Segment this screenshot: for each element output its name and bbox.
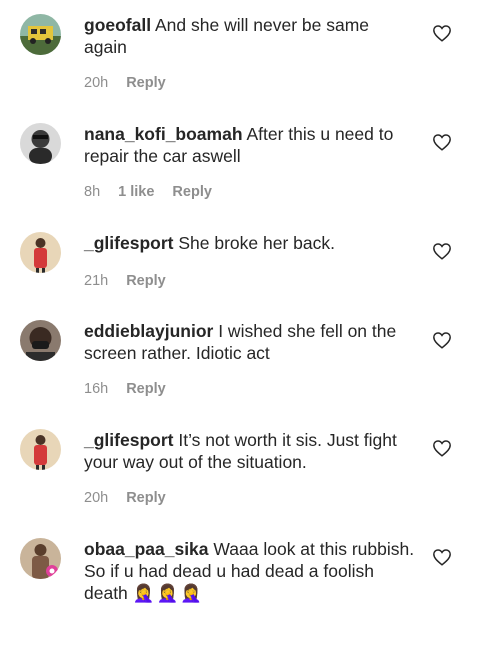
heart-outline-icon[interactable] <box>432 439 452 457</box>
heart-outline-icon[interactable] <box>432 24 452 42</box>
comment-username[interactable]: _glifesport <box>84 233 173 253</box>
avatar[interactable] <box>20 538 61 579</box>
comment-meta: 20h Reply <box>84 75 166 91</box>
comment-text: She broke her back. <box>178 233 335 253</box>
comment-time: 21h <box>84 273 109 289</box>
reply-button[interactable]: Reply <box>126 381 166 397</box>
comment-body: eddieblayjunior I wished she fell on the… <box>84 320 416 364</box>
comment-body: goeofall And she will never be same agai… <box>84 14 416 58</box>
comment-username[interactable]: _glifesport <box>84 430 173 450</box>
comment-body: _glifesport She broke her back. <box>84 232 416 254</box>
comment-meta: 20h Reply <box>84 490 166 506</box>
avatar[interactable] <box>20 123 61 164</box>
avatar[interactable] <box>20 232 61 273</box>
comment-username[interactable]: eddieblayjunior <box>84 321 213 341</box>
comment-body: nana_kofi_boamah After this u need to re… <box>84 123 416 167</box>
heart-outline-icon[interactable] <box>432 548 452 566</box>
facepalm-emoji: 🤦‍♀️🤦‍♀️🤦‍♀️ <box>132 583 205 603</box>
reply-button[interactable]: Reply <box>126 490 166 506</box>
heart-outline-icon[interactable] <box>432 133 452 151</box>
comment-time: 20h <box>84 75 109 91</box>
reply-button[interactable]: Reply <box>126 75 166 91</box>
comment-meta: 8h 1 like Reply <box>84 184 212 200</box>
comment-meta: 21h Reply <box>84 273 166 289</box>
comment-username[interactable]: goeofall <box>84 15 151 35</box>
avatar[interactable] <box>20 320 61 361</box>
heart-outline-icon[interactable] <box>432 242 452 260</box>
comment-likes[interactable]: 1 like <box>118 184 154 200</box>
avatar[interactable] <box>20 14 61 55</box>
comment-body: obaa_paa_sika Waaa look at this rubbish.… <box>84 538 416 604</box>
comment-body: _glifesport It’s not worth it sis. Just … <box>84 429 416 473</box>
avatar[interactable] <box>20 429 61 470</box>
comment-time: 8h <box>84 184 101 200</box>
comment-time: 20h <box>84 490 109 506</box>
reply-button[interactable]: Reply <box>172 184 212 200</box>
comment-time: 16h <box>84 381 109 397</box>
comment-username[interactable]: nana_kofi_boamah <box>84 124 243 144</box>
reply-button[interactable]: Reply <box>126 273 166 289</box>
heart-outline-icon[interactable] <box>432 331 452 349</box>
comment-username[interactable]: obaa_paa_sika <box>84 539 209 559</box>
comment-meta: 16h Reply <box>84 381 166 397</box>
